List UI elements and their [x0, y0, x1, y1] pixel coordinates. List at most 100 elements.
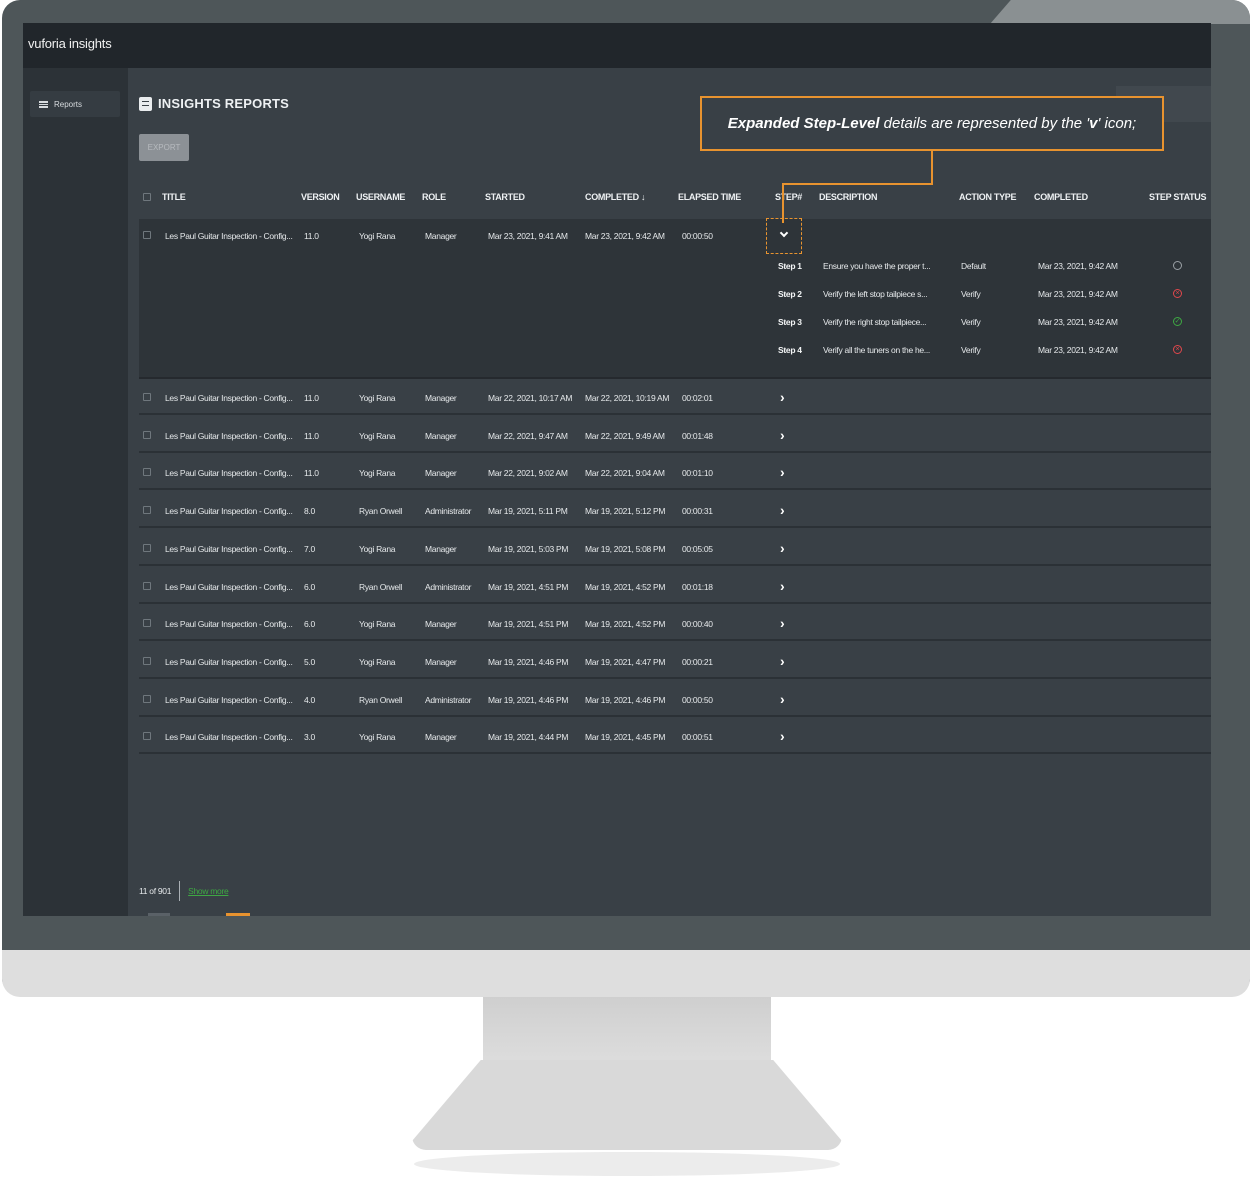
export-button[interactable]: EXPORT: [139, 134, 189, 161]
step-completed: Mar 23, 2021, 9:42 AM: [1038, 345, 1118, 355]
chevron-right-icon[interactable]: ›: [780, 427, 785, 443]
cell-role: Manager: [425, 656, 457, 667]
cell-username: Yogi Rana: [359, 732, 396, 743]
select-all-checkbox[interactable]: [143, 193, 151, 201]
col-step-number[interactable]: STEP#: [775, 192, 802, 202]
chevron-right-icon[interactable]: ›: [780, 728, 785, 744]
cell-started: Mar 19, 2021, 4:46 PM: [488, 656, 569, 667]
chevron-right-icon[interactable]: ›: [780, 578, 785, 594]
cell-version: 8.0: [304, 506, 315, 517]
row-checkbox[interactable]: [143, 694, 151, 703]
col-title[interactable]: TITLE: [162, 192, 186, 202]
scroll-indicator: [226, 913, 250, 916]
cell-role: Manager: [425, 732, 457, 743]
cell-started: Mar 19, 2021, 4:46 PM: [488, 694, 569, 705]
cell-started: Mar 19, 2021, 4:51 PM: [488, 581, 569, 592]
row-checkbox[interactable]: [143, 468, 151, 477]
row-checkbox[interactable]: [143, 619, 151, 628]
table-row-expanded[interactable]: Les Paul Guitar Inspection - Config... 1…: [139, 219, 1211, 379]
col-step-status[interactable]: STEP STATUS: [1149, 192, 1207, 202]
page-header: INSIGHTS REPORTS: [139, 96, 289, 111]
cell-role: Manager: [425, 468, 457, 479]
step-completed: Mar 23, 2021, 9:42 AM: [1038, 289, 1118, 299]
cell-title: Les Paul Guitar Inspection - Config...: [165, 231, 293, 241]
cell-started: Mar 23, 2021, 9:41 AM: [488, 231, 568, 241]
row-checkbox[interactable]: [143, 506, 151, 515]
col-action-type[interactable]: ACTION TYPE: [959, 192, 1017, 202]
col-description[interactable]: DESCRIPTION: [819, 192, 878, 202]
step-completed: Mar 23, 2021, 9:42 AM: [1038, 261, 1118, 271]
table-row[interactable]: Les Paul Guitar Inspection - Config... 3.…: [139, 718, 1211, 755]
chevron-right-icon[interactable]: ›: [780, 653, 785, 669]
table-row[interactable]: Les Paul Guitar Inspection - Config... 11…: [139, 379, 1211, 415]
col-elapsed-time[interactable]: ELAPSED TIME: [678, 192, 741, 202]
cell-elapsed: 00:00:21: [682, 656, 713, 667]
report-icon: [139, 96, 152, 111]
cell-version: 11.0: [304, 231, 319, 241]
brand-logo: vuforia insights: [28, 36, 112, 51]
row-checkbox[interactable]: [143, 393, 151, 401]
table-footer: 11 of 901 Show more: [139, 881, 229, 901]
cell-title: Les Paul Guitar Inspection - Config...: [165, 581, 293, 592]
cell-role: Manager: [425, 543, 457, 554]
callout-highlight-box: [766, 218, 802, 254]
col-started[interactable]: STARTED: [485, 192, 525, 202]
row-checkbox[interactable]: [143, 581, 151, 590]
cell-completed: Mar 19, 2021, 4:45 PM: [585, 732, 666, 743]
cell-started: Mar 22, 2021, 10:17 AM: [488, 393, 573, 403]
row-checkbox[interactable]: [143, 543, 151, 552]
sidebar-item-label: Reports: [54, 99, 83, 109]
monitor-stand: [412, 1060, 842, 1150]
cell-version: 7.0: [304, 543, 315, 554]
cell-elapsed: 00:00:51: [682, 732, 713, 743]
cell-completed: Mar 19, 2021, 4:52 PM: [585, 619, 666, 630]
table-row[interactable]: Les Paul Guitar Inspection - Config... 7.…: [139, 530, 1211, 566]
cell-title: Les Paul Guitar Inspection - Config...: [165, 619, 293, 630]
step-action-type: Verify: [961, 345, 981, 355]
table-row[interactable]: Les Paul Guitar Inspection - Config... 11…: [139, 454, 1211, 491]
cell-title: Les Paul Guitar Inspection - Config...: [165, 393, 293, 403]
cell-version: 3.0: [304, 732, 315, 743]
row-checkbox[interactable]: [143, 732, 151, 741]
cell-completed: Mar 22, 2021, 9:49 AM: [585, 430, 665, 441]
chevron-right-icon[interactable]: ›: [780, 389, 785, 405]
scroll-indicator: [148, 913, 170, 916]
row-checkbox[interactable]: [143, 430, 151, 439]
chevron-right-icon[interactable]: ›: [780, 691, 785, 707]
show-more-link[interactable]: Show more: [188, 886, 229, 896]
sidebar-item-reports[interactable]: Reports: [30, 91, 120, 117]
col-version[interactable]: VERSION: [301, 192, 340, 202]
row-checkbox[interactable]: [143, 656, 151, 665]
step-completed: Mar 23, 2021, 9:42 AM: [1038, 317, 1118, 327]
cell-completed: Mar 19, 2021, 5:12 PM: [585, 506, 666, 517]
table-row[interactable]: Les Paul Guitar Inspection - Config... 4.…: [139, 681, 1211, 717]
monitor-base: [414, 1152, 840, 1176]
cell-elapsed: 00:01:10: [682, 468, 713, 479]
cell-version: 6.0: [304, 619, 315, 630]
cell-username: Ryan Orwell: [359, 506, 402, 517]
cell-elapsed: 00:00:40: [682, 619, 713, 630]
chevron-right-icon[interactable]: ›: [780, 615, 785, 631]
cell-started: Mar 22, 2021, 9:47 AM: [488, 430, 568, 441]
table-row[interactable]: Les Paul Guitar Inspection - Config... 11…: [139, 417, 1211, 453]
row-checkbox[interactable]: [143, 231, 151, 239]
col-username[interactable]: USERNAME: [356, 192, 405, 202]
cell-completed: Mar 23, 2021, 9:42 AM: [585, 231, 665, 241]
step-label: Step 3: [778, 317, 802, 327]
col-completed[interactable]: COMPLETED ↓: [585, 192, 646, 202]
chevron-right-icon[interactable]: ›: [780, 540, 785, 556]
table-row[interactable]: Les Paul Guitar Inspection - Config... 6.…: [139, 568, 1211, 604]
cell-elapsed: 00:00:50: [682, 231, 713, 241]
table-row[interactable]: Les Paul Guitar Inspection - Config... 6.…: [139, 605, 1211, 642]
callout-connector: [782, 183, 933, 185]
col-role[interactable]: ROLE: [422, 192, 446, 202]
cell-username: Yogi Rana: [359, 430, 396, 441]
table-row[interactable]: Les Paul Guitar Inspection - Config... 8.…: [139, 492, 1211, 529]
status-default-icon: [1173, 261, 1182, 270]
chevron-right-icon[interactable]: ›: [780, 464, 785, 480]
col-step-completed[interactable]: COMPLETED: [1034, 192, 1088, 202]
table-row[interactable]: Les Paul Guitar Inspection - Config... 5.…: [139, 643, 1211, 679]
row-count: 11 of 901: [139, 886, 172, 896]
step-description: Verify all the tuners on the he...: [823, 345, 930, 355]
chevron-right-icon[interactable]: ›: [780, 502, 785, 518]
